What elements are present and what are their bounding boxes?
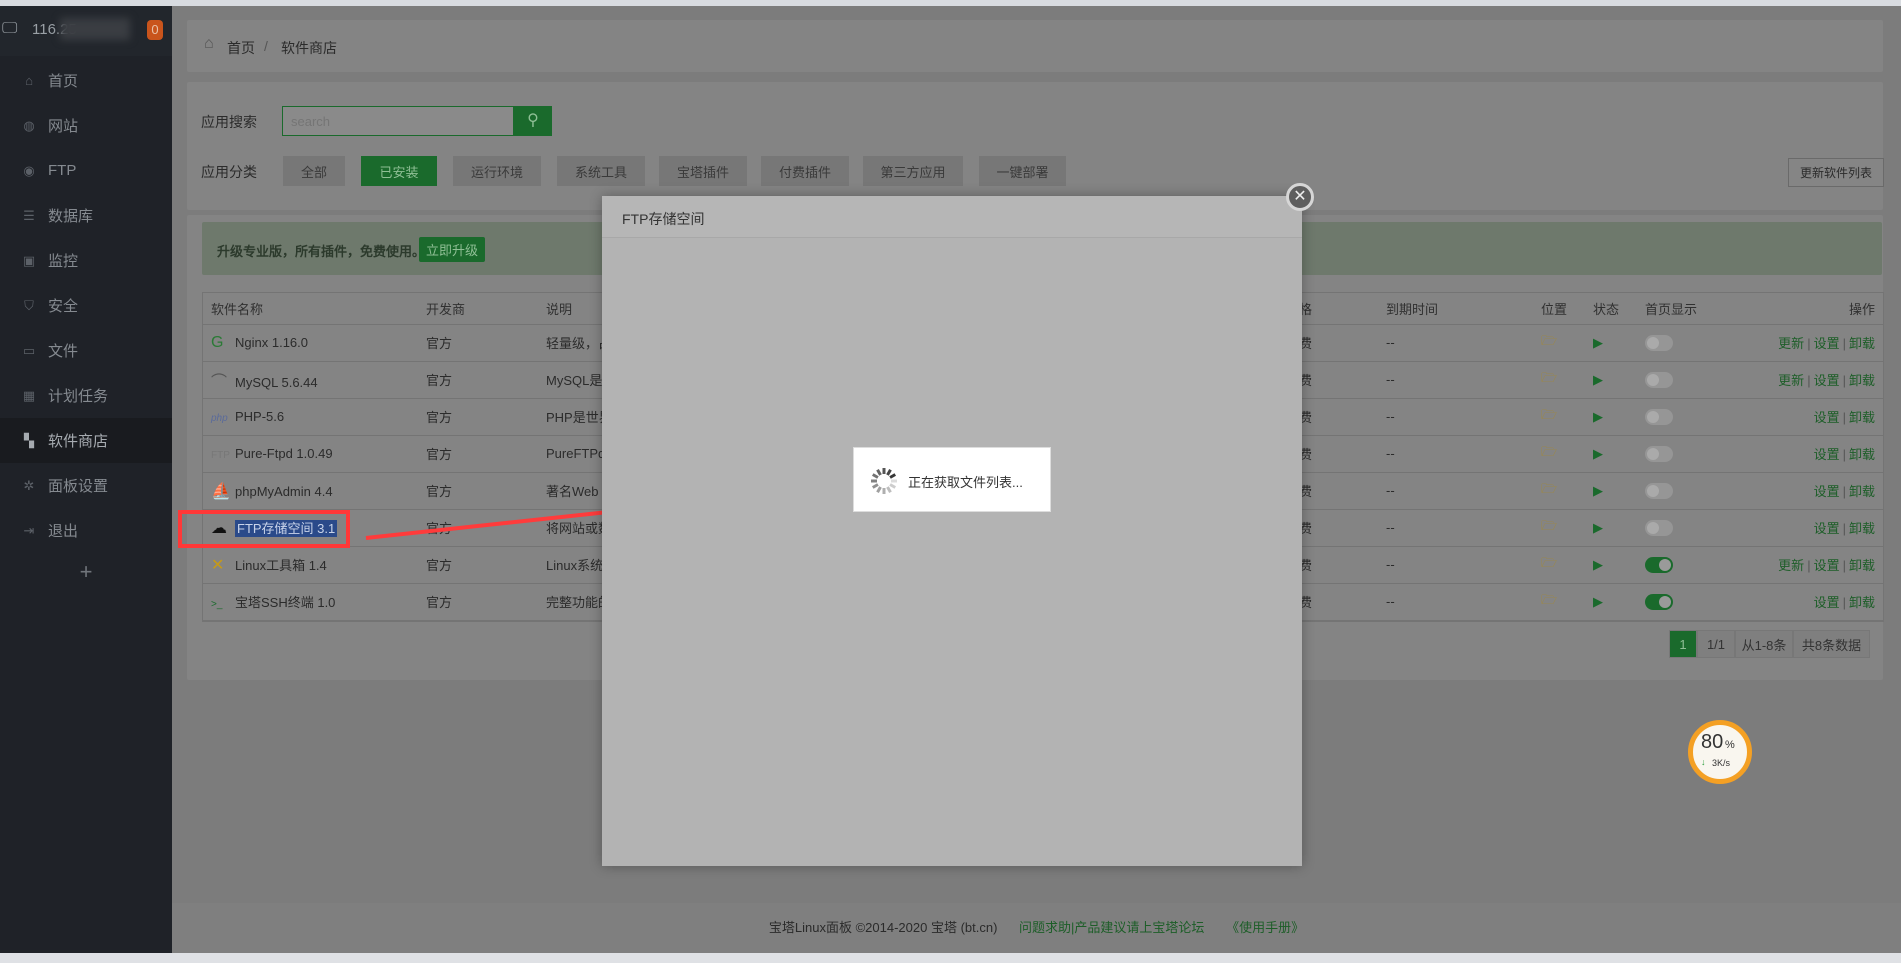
modal-title: FTP存储空间 <box>622 211 705 227</box>
loading-text: 正在获取文件列表... <box>908 475 1023 490</box>
download-arrow-icon: ↓ <box>1701 757 1706 767</box>
speed-percent: 80 <box>1701 731 1724 753</box>
download-speed: 3K/s <box>1712 758 1731 768</box>
ftp-storage-modal: FTP存储空间 正在获取文件列表... <box>602 196 1302 866</box>
spinner-icon <box>871 468 897 494</box>
modal-close-button[interactable]: ✕ <box>1286 183 1314 211</box>
network-speed-widget[interactable]: 80 % ↓ 3K/s <box>1688 720 1752 784</box>
percent-unit: % <box>1725 739 1735 751</box>
loading-box: 正在获取文件列表... <box>853 447 1051 512</box>
close-icon: ✕ <box>1293 188 1307 205</box>
modal-header: FTP存储空间 <box>602 196 1302 238</box>
